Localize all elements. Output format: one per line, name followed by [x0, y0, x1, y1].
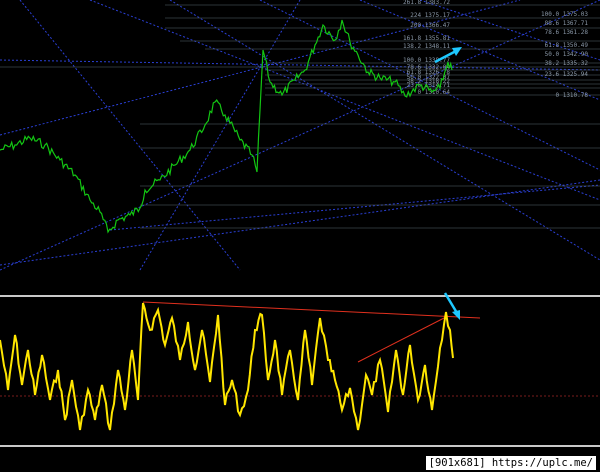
- chart-canvas: 261.8 1383.72 224 1375.17 200 1366.47 161.8…: [0, 0, 600, 472]
- fib-right-label: 23.6 1325.94: [545, 71, 589, 78]
- fib-level-label: 200 1366.47: [410, 22, 450, 29]
- fib-level-label: 261.8 1383.72: [403, 0, 450, 6]
- fib-level-label: 138.2 1348.11: [403, 43, 450, 50]
- fib-right-label: 0 1310.78: [555, 92, 588, 99]
- fib-level-label: 161.8 1355.81: [403, 35, 450, 42]
- fib-right-label: 78.6 1361.28: [545, 29, 589, 36]
- fib-right-label: 50.0 1342.90: [545, 51, 589, 58]
- fib-right-label: 88.6 1367.71: [545, 20, 589, 27]
- image-watermark: [901x681] https://uplc.me/: [425, 456, 596, 470]
- fib-right-label: 38.2 1335.32: [545, 60, 589, 67]
- fib-right-label: 100.0 1375.03: [541, 11, 588, 18]
- fib-level-label: 224 1375.17: [410, 12, 450, 19]
- fib-right-label: 61.8 1350.49: [545, 42, 589, 49]
